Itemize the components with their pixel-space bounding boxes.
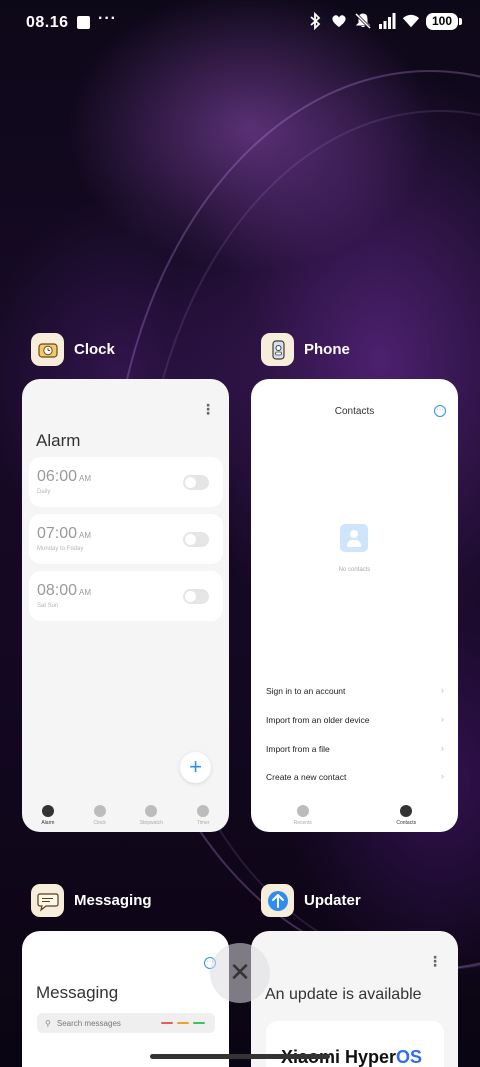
option-label: Create a new contact <box>266 772 347 782</box>
status-time: 08.16 <box>26 14 69 31</box>
alarm-desc: Daily <box>37 489 51 495</box>
color-dash <box>161 1022 173 1024</box>
updater-app-icon <box>261 884 294 917</box>
more-icon: ··· <box>98 10 117 27</box>
recent-card-updater[interactable]: ⋮ An update is available Xiaomi HyperOS <box>251 931 458 1067</box>
stopwatch-icon <box>145 804 158 817</box>
app-header-phone[interactable]: Phone <box>261 333 350 366</box>
option-import-device: Import from an older device › <box>266 714 444 725</box>
color-dash <box>193 1022 205 1024</box>
nav-recents: Recents <box>278 798 328 832</box>
recent-card-clock[interactable]: ⋮ Alarm 06:00 AM Daily 07:00 AM Monday to … <box>22 379 229 832</box>
app-header-updater[interactable]: Updater <box>261 884 361 917</box>
alarm-ampm: AM <box>79 474 92 483</box>
color-dash <box>177 1022 189 1024</box>
nav-timer: Timer <box>178 798 228 832</box>
search-messages-input: ⚲ Search messages <box>37 1013 215 1033</box>
empty-contacts-text: No contacts <box>338 567 371 573</box>
notification-square-icon <box>77 16 90 29</box>
update-title: An update is available <box>265 986 422 1003</box>
alarm-ampm: AM <box>79 531 92 540</box>
clock-bottom-nav: Alarm Clock Stopwatch Timer <box>22 798 229 832</box>
mute-icon <box>354 12 372 30</box>
messaging-title: Messaging <box>36 983 119 1002</box>
bluetooth-icon <box>310 12 321 30</box>
clear-all-button[interactable]: ✕ <box>210 943 270 1003</box>
alarm-toggle <box>183 589 209 604</box>
chevron-right-icon: › <box>441 743 444 753</box>
alarm-item: 06:00 AM Daily <box>29 457 223 507</box>
option-create-contact: Create a new contact › <box>266 771 444 782</box>
alarm-desc: Sat Sun <box>37 603 59 609</box>
nav-clock: Clock <box>75 798 125 832</box>
nav-stopwatch: Stopwatch <box>126 798 176 832</box>
search-icon: ⚲ <box>45 1018 51 1028</box>
nav-label: Alarm <box>41 819 55 826</box>
empty-contacts-icon <box>340 524 368 552</box>
phone-app-icon <box>261 333 294 366</box>
option-sign-in: Sign in to an account › <box>266 685 444 696</box>
home-gesture-bar[interactable] <box>150 1054 330 1059</box>
alarm-toggle <box>183 532 209 547</box>
nav-label: Recents <box>293 819 312 826</box>
recent-card-messaging[interactable]: ··· Messaging ⚲ Search messages <box>22 931 229 1067</box>
more-options-icon: ··· <box>434 405 446 417</box>
keypad-icon <box>296 804 309 817</box>
alarm-icon <box>41 804 54 817</box>
alarm-item: 08:00 AM Sat Sun <box>29 571 223 621</box>
option-label: Import from a file <box>266 744 330 754</box>
signal-icon <box>379 13 396 29</box>
kebab-menu-icon: ⋮ <box>428 953 442 969</box>
alarm-time: 06:00 <box>37 468 78 485</box>
chevron-right-icon: › <box>441 714 444 724</box>
messaging-app-icon <box>31 884 64 917</box>
contacts-icon <box>400 804 413 817</box>
app-name: Clock <box>74 341 115 358</box>
chevron-right-icon: › <box>441 685 444 695</box>
heart-icon <box>332 15 346 27</box>
alarm-title: Alarm <box>36 431 81 450</box>
alarm-item: 07:00 AM Monday to Friday <box>29 514 223 564</box>
app-name: Phone <box>304 341 350 358</box>
contacts-title: Contacts <box>334 406 375 417</box>
kebab-menu-icon: ⋮ <box>201 401 215 417</box>
nav-label: Clock <box>93 819 106 826</box>
wifi-icon <box>402 14 420 28</box>
clock-icon <box>93 804 106 817</box>
nav-alarm: Alarm <box>23 798 73 832</box>
app-name: Messaging <box>74 892 152 909</box>
nav-label: Contacts <box>396 819 417 826</box>
app-header-messaging[interactable]: Messaging <box>31 884 152 917</box>
option-import-file: Import from a file › <box>266 743 444 754</box>
app-name: Updater <box>304 892 361 909</box>
battery-icon: 100 <box>426 12 462 30</box>
alarm-time: 07:00 <box>37 525 78 542</box>
status-bar: 08.16 ··· 100 <box>0 0 480 46</box>
search-placeholder: Search messages <box>56 1018 121 1028</box>
nav-contacts: Contacts <box>381 798 431 832</box>
nav-label: Stopwatch <box>139 819 164 826</box>
app-header-clock[interactable]: Clock <box>31 333 115 366</box>
alarm-desc: Monday to Friday <box>37 546 84 552</box>
alarm-time: 08:00 <box>37 582 78 599</box>
phone-bottom-nav: Recents Contacts <box>251 798 458 832</box>
logo-os: OS <box>396 1047 423 1067</box>
timer-icon <box>197 804 210 817</box>
clock-app-icon <box>31 333 64 366</box>
add-alarm-button: + <box>180 752 211 783</box>
option-label: Import from an older device <box>266 715 370 725</box>
recent-card-phone[interactable]: Contacts ··· No contacts Sign in to an a… <box>251 379 458 832</box>
alarm-ampm: AM <box>79 588 92 597</box>
alarm-toggle <box>183 475 209 490</box>
option-label: Sign in to an account <box>266 686 346 696</box>
nav-label: Timer <box>196 819 210 826</box>
chevron-right-icon: › <box>441 771 444 781</box>
